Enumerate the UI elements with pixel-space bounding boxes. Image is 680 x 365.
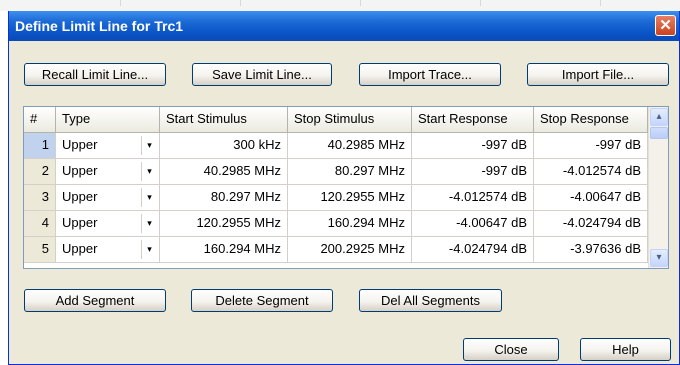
save-limit-line-button[interactable]: Save Limit Line... — [192, 63, 332, 86]
import-file-button[interactable]: Import File... — [527, 63, 669, 86]
scrollbar-thumb[interactable] — [650, 127, 668, 139]
table-row[interactable]: 1 Upper ▾ 300 kHz 40.2985 MHz -997 dB -9… — [24, 133, 648, 159]
del-all-segments-button[interactable]: Del All Segments — [359, 289, 502, 312]
type-value: Upper — [62, 215, 98, 230]
start-response-cell[interactable]: -4.00647 dB — [412, 211, 534, 237]
type-select[interactable]: Upper ▾ — [56, 159, 160, 185]
type-value: Upper — [62, 241, 98, 256]
close-icon[interactable]: ✕ — [655, 15, 676, 36]
scroll-up-icon[interactable]: ▴ — [650, 108, 668, 126]
start-stimulus-cell[interactable]: 120.2955 MHz — [160, 211, 288, 237]
column-header-start-response: Start Response — [412, 107, 534, 133]
dialog-title: Define Limit Line for Trc1 — [15, 18, 184, 34]
type-select[interactable]: Upper ▾ — [56, 133, 160, 159]
row-number: 5 — [24, 237, 56, 263]
segment-table[interactable]: # Type Start Stimulus Stop Stimulus Star… — [23, 106, 669, 269]
dropdown-arrow-icon[interactable]: ▾ — [141, 188, 157, 207]
type-select[interactable]: Upper ▾ — [56, 237, 160, 263]
dropdown-arrow-icon[interactable]: ▾ — [141, 162, 157, 181]
start-stimulus-cell[interactable]: 80.297 MHz — [160, 185, 288, 211]
start-stimulus-cell[interactable]: 160.294 MHz — [160, 237, 288, 263]
stop-response-cell[interactable]: -4.00647 dB — [534, 185, 648, 211]
recall-limit-line-button[interactable]: Recall Limit Line... — [24, 63, 166, 86]
dropdown-arrow-icon[interactable]: ▾ — [141, 136, 157, 155]
column-header-type: Type — [56, 107, 160, 133]
stop-stimulus-cell[interactable]: 120.2955 MHz — [288, 185, 412, 211]
column-header-start-stimulus: Start Stimulus — [160, 107, 288, 133]
stop-response-cell[interactable]: -3.97636 dB — [534, 237, 648, 263]
help-button[interactable]: Help — [580, 338, 671, 361]
type-value: Upper — [62, 163, 98, 178]
table-row[interactable]: 2 Upper ▾ 40.2985 MHz 80.297 MHz -997 dB… — [24, 159, 648, 185]
background-tick — [240, 0, 241, 6]
stop-stimulus-cell[interactable]: 160.294 MHz — [288, 211, 412, 237]
table-row[interactable]: 3 Upper ▾ 80.297 MHz 120.2955 MHz -4.012… — [24, 185, 648, 211]
row-number: 1 — [24, 133, 56, 159]
background-tick — [120, 0, 121, 6]
dropdown-arrow-icon[interactable]: ▾ — [141, 240, 157, 259]
dropdown-arrow-icon[interactable]: ▾ — [141, 214, 157, 233]
background-strip — [0, 0, 680, 11]
type-select[interactable]: Upper ▾ — [56, 211, 160, 237]
scroll-down-icon[interactable]: ▾ — [650, 249, 668, 267]
row-number: 4 — [24, 211, 56, 237]
vertical-scrollbar[interactable]: ▴ ▾ — [648, 107, 668, 268]
table-row[interactable]: 5 Upper ▾ 160.294 MHz 200.2925 MHz -4.02… — [24, 237, 648, 263]
stop-response-cell[interactable]: -4.024794 dB — [534, 211, 648, 237]
background-tick — [480, 0, 481, 6]
type-value: Upper — [62, 189, 98, 204]
add-segment-button[interactable]: Add Segment — [24, 289, 166, 312]
stop-stimulus-cell[interactable]: 80.297 MHz — [288, 159, 412, 185]
column-header-stop-response: Stop Response — [534, 107, 648, 133]
stop-response-cell[interactable]: -4.012574 dB — [534, 159, 648, 185]
row-number: 3 — [24, 185, 56, 211]
background-tick — [360, 0, 361, 6]
start-response-cell[interactable]: -997 dB — [412, 133, 534, 159]
import-trace-button[interactable]: Import Trace... — [359, 63, 501, 86]
start-response-cell[interactable]: -4.024794 dB — [412, 237, 534, 263]
column-header-stop-stimulus: Stop Stimulus — [288, 107, 412, 133]
start-response-cell[interactable]: -4.012574 dB — [412, 185, 534, 211]
background-tick — [600, 0, 601, 6]
table-row[interactable]: 4 Upper ▾ 120.2955 MHz 160.294 MHz -4.00… — [24, 211, 648, 237]
column-header-number: # — [24, 107, 56, 133]
stop-stimulus-cell[interactable]: 200.2925 MHz — [288, 237, 412, 263]
title-bar[interactable]: Define Limit Line for Trc1 ✕ — [9, 11, 679, 41]
close-button[interactable]: Close — [463, 338, 559, 361]
start-response-cell[interactable]: -997 dB — [412, 159, 534, 185]
start-stimulus-cell[interactable]: 40.2985 MHz — [160, 159, 288, 185]
stop-stimulus-cell[interactable]: 40.2985 MHz — [288, 133, 412, 159]
start-stimulus-cell[interactable]: 300 kHz — [160, 133, 288, 159]
stop-response-cell[interactable]: -997 dB — [534, 133, 648, 159]
row-number: 2 — [24, 159, 56, 185]
delete-segment-button[interactable]: Delete Segment — [191, 289, 333, 312]
type-value: Upper — [62, 137, 98, 152]
type-select[interactable]: Upper ▾ — [56, 185, 160, 211]
limit-line-dialog: Define Limit Line for Trc1 ✕ Recall Limi… — [8, 11, 680, 365]
